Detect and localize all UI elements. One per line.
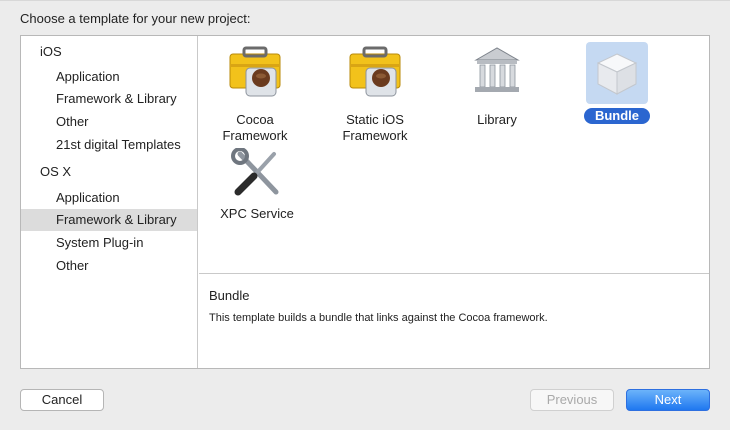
template-label: XPC Service — [220, 206, 294, 221]
template-label: Library — [477, 112, 517, 127]
sidebar-item-ios-framework-library[interactable]: Framework & Library — [21, 88, 197, 110]
platform-sidebar: iOS Application Framework & Library Othe… — [21, 36, 198, 368]
previous-button[interactable]: Previous — [530, 389, 614, 411]
window-top-divider — [0, 0, 730, 1]
template-chooser-panel: iOS Application Framework & Library Othe… — [20, 35, 710, 369]
sidebar-item-osx-system-plugin[interactable]: System Plug-in — [21, 232, 197, 254]
template-static-ios-framework[interactable]: Static iOS Framework — [325, 42, 425, 145]
toolbox-icon — [224, 42, 286, 104]
sidebar-item-ios-21st-digital-templates[interactable]: 21st digital Templates — [21, 134, 197, 156]
template-xpc-service[interactable]: XPC Service — [207, 147, 307, 223]
template-library[interactable]: Library — [447, 42, 547, 129]
sidebar-item-osx-application[interactable]: Application — [21, 187, 197, 209]
description-text: This template builds a bundle that links… — [209, 312, 548, 324]
template-grid: Cocoa Framework Static iOS Framework Lib… — [199, 36, 709, 273]
sidebar-section-ios: iOS — [40, 44, 62, 59]
template-label: Static iOS Framework — [342, 112, 408, 143]
sidebar-section-osx: OS X — [40, 164, 72, 179]
next-button[interactable]: Next — [626, 389, 710, 411]
template-label: Bundle — [583, 108, 651, 124]
template-bundle[interactable]: Bundle — [567, 42, 667, 125]
sidebar-item-osx-other[interactable]: Other — [21, 255, 197, 277]
toolbox-icon — [344, 42, 406, 104]
sidebar-item-osx-framework-library[interactable]: Framework & Library — [21, 209, 197, 231]
dialog-title: Choose a template for your new project: — [20, 11, 251, 26]
wrench-screwdriver-icon — [226, 147, 288, 198]
sidebar-item-ios-other[interactable]: Other — [21, 111, 197, 133]
sidebar-item-ios-application[interactable]: Application — [21, 66, 197, 88]
cancel-button[interactable]: Cancel — [20, 389, 104, 411]
template-cocoa-framework[interactable]: Cocoa Framework — [205, 42, 305, 145]
template-description-pane: Bundle This template builds a bundle tha… — [199, 273, 709, 368]
bundle-cube-icon — [586, 42, 648, 104]
library-building-icon — [466, 42, 528, 104]
template-label: Cocoa Framework — [222, 112, 288, 143]
description-title: Bundle — [209, 288, 250, 303]
